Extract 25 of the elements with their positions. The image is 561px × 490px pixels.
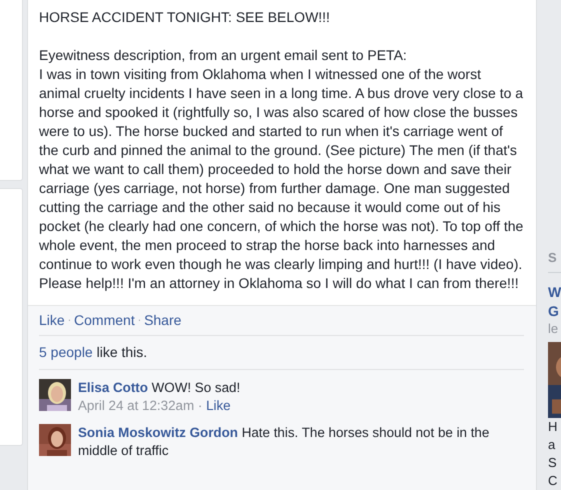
ad-text: H — [548, 418, 558, 436]
author-link[interactable]: Sonia Moskowitz Gordon — [78, 425, 238, 440]
author-link[interactable]: Elisa Cotto — [78, 380, 148, 395]
section-heading: S — [548, 250, 561, 273]
like-link[interactable]: Like — [206, 398, 231, 413]
ad-text: S — [548, 454, 558, 472]
likes-summary: 5 people like this. — [39, 336, 524, 370]
comment-text: Sonia Moskowitz Gordon Hate this. The horses should not be in the middle of traffic — [78, 424, 490, 460]
ad-subtitle: le — [548, 321, 560, 336]
separator-dot: · — [138, 314, 142, 326]
action-link[interactable]: Share — [144, 312, 182, 328]
likers-link[interactable]: 5 people — [39, 344, 93, 360]
ad-title[interactable]: W — [548, 283, 561, 302]
post-heading: HORSE ACCIDENT TONIGHT: SEE BELOW!!! — [39, 8, 331, 27]
post-text: Eyewitness description, from an urgent email sent to PETA: — [39, 46, 408, 65]
separator-dot: · — [68, 314, 72, 326]
separator-dot: · — [198, 398, 202, 413]
action-link[interactable]: Comment — [74, 312, 135, 328]
post-text: I was in town visiting from Oklahoma when I witnessed one of the worst animal cruelty incidents I have seen in a long time. A bus drove very close to a horse and spooked it (rightfully so, I was also scared of how close the busses were to us). The horse bucked and started to run when it's carriage went of the curb and pinned the animal to the ground. (See picture) The men (if that's what we want to call them) proceeded to hold the horse down and save their carriage (yes carriage, not horse) from further damage. One man suggested cutting the carriage and the other said no because it would come out of his pocket (he clearly had one concern, of which the horse was not). To top off the whole event, the men proceed to strap the horse back into harnesses and continue to work even though he was clearly limping and hurt!!! (I have video). Please help!!! I'm an attorney in Oklahoma so I will do what I can from there!!! — [39, 65, 524, 293]
comment-text: Elisa Cotto WOW! So sad! — [78, 379, 240, 397]
ad-text: a — [548, 436, 556, 454]
action-link[interactable]: Like — [39, 312, 65, 328]
ad-text: C — [548, 472, 558, 490]
comment-time: April 24 at 12:32am — [78, 398, 194, 413]
ad-title[interactable]: G — [548, 302, 561, 321]
